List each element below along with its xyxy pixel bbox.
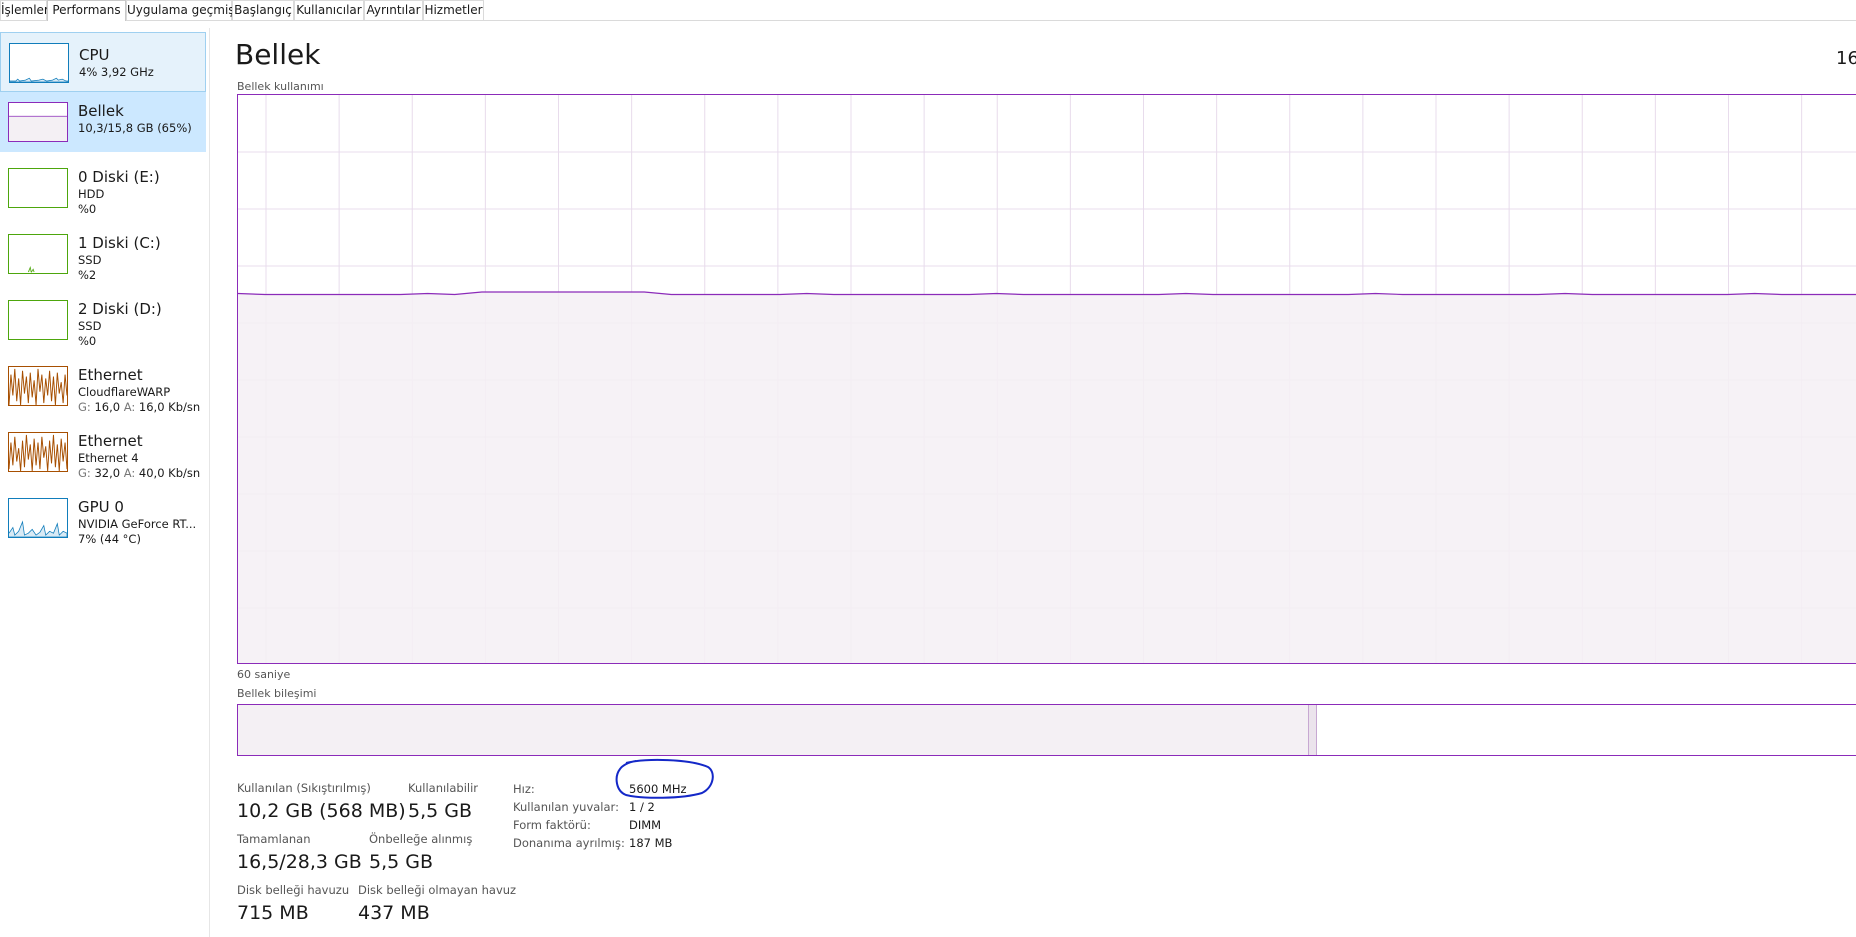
memory-composition-bar (237, 704, 1856, 756)
send-value: 32,0 (94, 466, 121, 480)
sidebar-item-title: Ethernet (78, 432, 143, 450)
slots-label: Kullanılan yuvalar: (513, 800, 619, 814)
sidebar-item-usage: %2 (78, 268, 97, 282)
sidebar-item-title: CPU (79, 46, 110, 64)
sidebar-item-ethernet-4[interactable]: Ethernet Ethernet 4 G: 32,0 A: 40,0 Kb/s… (0, 422, 206, 482)
send-label: G: (78, 466, 91, 480)
tab-processes[interactable]: İşlemler (0, 0, 49, 20)
usage-area (238, 292, 1856, 663)
receive-value: 16,0 Kb/sn (138, 400, 201, 414)
receive-label: A: (123, 400, 136, 414)
tab-services[interactable]: Hizmetler (423, 0, 484, 20)
disk-thumbnail-graph (8, 234, 68, 274)
nonpaged-pool-value: 437 MB (358, 902, 430, 924)
tab-details[interactable]: Ayrıntılar (364, 0, 423, 20)
sidebar-item-adapter: Ethernet 4 (78, 451, 139, 465)
tab-bar: İşlemler Performans Uygulama geçmişi Baş… (0, 0, 1856, 21)
composition-label: Bellek bileşimi (237, 687, 317, 700)
disk-thumbnail-graph (8, 300, 68, 340)
sidebar-item-usage: %0 (78, 334, 97, 348)
total-memory-partial: 16, (1836, 48, 1856, 69)
ethernet-thumbnail-graph (8, 432, 68, 472)
used-label: Kullanılan (Sıkıştırılmış) (237, 781, 371, 795)
sidebar-item-title: 0 Diski (E:) (78, 168, 160, 186)
sidebar-item-title: Ethernet (78, 366, 143, 384)
sidebar-item-title: 2 Diski (D:) (78, 300, 162, 318)
sidebar-item-title: 1 Diski (C:) (78, 234, 161, 252)
sidebar-item-disk-1[interactable]: 1 Diski (C:) SSD %2 (0, 224, 206, 284)
form-factor-label: Form faktörü: (513, 818, 591, 832)
cpu-thumbnail-graph (9, 43, 69, 83)
sidebar-item-type: SSD (78, 319, 102, 333)
sidebar-item-detail: 4% 3,92 GHz (79, 65, 154, 79)
disk-thumbnail-graph (8, 168, 68, 208)
resource-sidebar: CPU 4% 3,92 GHz Bellek 10,3/15,8 GB (65%… (0, 28, 207, 937)
memory-usage-svg (238, 95, 1856, 663)
cached-value: 5,5 GB (369, 851, 434, 873)
sidebar-item-type: HDD (78, 187, 105, 201)
sidebar-item-title: GPU 0 (78, 498, 124, 516)
available-value: 5,5 GB (408, 800, 473, 822)
tab-startup[interactable]: Başlangıç (232, 0, 294, 20)
memory-thumbnail-graph (8, 102, 68, 142)
form-factor-value: DIMM (629, 818, 662, 832)
time-span-label: 60 saniye (237, 668, 291, 681)
hardware-reserved-label: Donanıma ayrılmış: (513, 836, 625, 850)
sidebar-item-adapter: CloudflareWARP (78, 385, 171, 399)
sidebar-item-detail: 10,3/15,8 GB (65%) (78, 121, 192, 135)
sidebar-item-gpu-name: NVIDIA GeForce RT... (78, 517, 197, 531)
gpu-thumbnail-graph (8, 498, 68, 538)
composition-in-use (238, 705, 1308, 755)
paged-pool-label: Disk belleği havuzu (237, 883, 350, 897)
receive-label: A: (123, 466, 136, 480)
sidebar-item-memory[interactable]: Bellek 10,3/15,8 GB (65%) (0, 92, 206, 152)
sidebar-item-disk-0[interactable]: 0 Diski (E:) HDD %0 (0, 158, 206, 218)
page-title: Bellek (235, 38, 321, 71)
ethernet-thumbnail-graph (8, 366, 68, 406)
memory-usage-graph (237, 94, 1856, 664)
sidebar-item-usage: 7% (44 °C) (78, 532, 141, 546)
send-value: 16,0 (94, 400, 121, 414)
usage-graph-label: Bellek kullanımı (237, 80, 324, 93)
tab-users[interactable]: Kullanıcılar (294, 0, 364, 20)
sidebar-divider (209, 28, 210, 937)
paged-pool-value: 715 MB (237, 902, 309, 924)
slots-value: 1 / 2 (629, 800, 655, 814)
speed-highlight-annotation (615, 758, 714, 799)
hardware-reserved-value: 187 MB (629, 836, 673, 850)
tab-performance[interactable]: Performans (47, 0, 126, 21)
sidebar-item-disk-2[interactable]: 2 Diski (D:) SSD %0 (0, 290, 206, 350)
sidebar-item-gpu-0[interactable]: GPU 0 NVIDIA GeForce RT... 7% (44 °C) (0, 488, 206, 548)
sidebar-item-ethernet-warp[interactable]: Ethernet CloudflareWARP G: 16,0 A: 16,0 … (0, 356, 206, 416)
committed-label: Tamamlanan (237, 832, 311, 846)
receive-value: 40,0 Kb/sn (138, 466, 201, 480)
nonpaged-pool-label: Disk belleği olmayan havuz (358, 883, 517, 897)
cached-label: Önbelleğe alınmış (369, 832, 473, 846)
send-label: G: (78, 400, 91, 414)
speed-label: Hız: (513, 782, 535, 796)
sidebar-item-throughput: G: 32,0 A: 40,0 Kb/sn (78, 466, 200, 480)
available-label: Kullanılabilir (408, 781, 479, 795)
sidebar-item-usage: %0 (78, 202, 97, 216)
sidebar-item-cpu[interactable]: CPU 4% 3,92 GHz (0, 32, 206, 92)
sidebar-item-title: Bellek (78, 102, 124, 120)
composition-modified (1308, 705, 1317, 755)
used-value: 10,2 GB (568 MB) (237, 800, 406, 822)
sidebar-item-throughput: G: 16,0 A: 16,0 Kb/sn (78, 400, 200, 414)
committed-value: 16,5/28,3 GB (237, 851, 362, 873)
sidebar-item-type: SSD (78, 253, 102, 267)
tab-app-history[interactable]: Uygulama geçmişi (126, 0, 238, 20)
